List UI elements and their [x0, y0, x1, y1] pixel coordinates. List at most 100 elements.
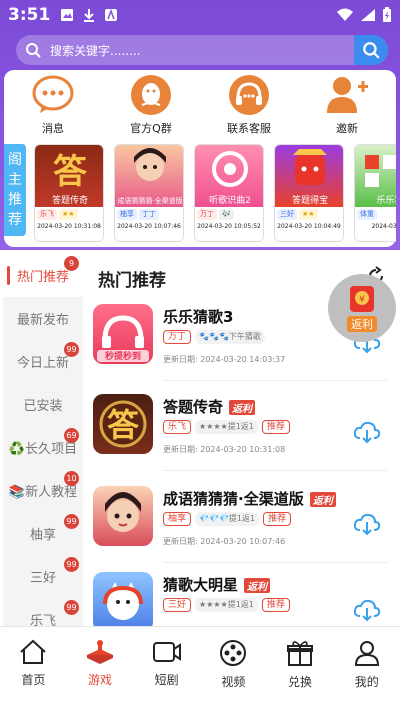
category-item-installed[interactable]: 已安装 — [3, 383, 83, 426]
quick-item-customer-service[interactable]: 联系客服 — [209, 74, 289, 136]
message-icon — [32, 75, 74, 113]
search-icon — [363, 42, 380, 59]
category-badge: 99 — [64, 600, 79, 615]
status-bar: 3:51 — [0, 0, 400, 30]
game-date: 更新日期: 2024-03-20 10:31:08 — [163, 445, 286, 454]
cloud-download-icon[interactable] — [353, 598, 381, 622]
top-card: 消息 官方Q群 联系客服 邀新 阁 主 推 荐 答 答题传奇 乐飞 ★★ 202… — [4, 70, 396, 247]
recommend-tag: 🎶 — [219, 209, 234, 220]
quick-actions: 消息 官方Q群 联系客服 邀新 — [4, 74, 396, 136]
category-item-long-term[interactable]: ♻️长久项目 69 — [3, 426, 83, 469]
divider — [163, 470, 388, 471]
category-item-youxiang[interactable]: 柚享 99 — [3, 512, 83, 555]
category-label: 三好 — [29, 571, 56, 586]
recommend-card[interactable]: 成语猜猜猜·全渠道版 柚享 丁丁 2024-03-20 10:07:46 — [114, 144, 184, 242]
category-item-today[interactable]: 今日上新 99 — [3, 340, 83, 383]
nav-home[interactable]: 首页 — [0, 627, 67, 711]
category-badge: 99 — [64, 514, 79, 529]
category-label: 最新发布 — [16, 313, 69, 328]
category-badge: 9 — [64, 256, 79, 271]
cloud-download-icon[interactable] — [353, 512, 381, 536]
recommend-side-tag: 阁 主 推 荐 — [4, 144, 26, 236]
nav-mine[interactable]: 我的 — [333, 627, 400, 711]
nav-label: 游戏 — [88, 673, 113, 687]
film-reel-icon — [220, 640, 247, 666]
video-camera-icon — [152, 642, 181, 662]
recommend-tag: ★★ — [59, 209, 78, 220]
category-item-latest[interactable]: 最新发布 — [3, 297, 83, 340]
rebate-badge: 返利 — [244, 578, 271, 593]
nav-short-drama[interactable]: 短剧 — [133, 627, 200, 711]
quick-item-invite[interactable]: 邀新 — [307, 74, 387, 136]
font-icon — [105, 8, 118, 21]
side-tag-char: 推 — [8, 192, 22, 208]
recommend-card[interactable]: 乐乐猜 体重 2024-03-20 — [354, 144, 396, 242]
category-label: 柚享 — [29, 528, 56, 543]
game-tag: 柚享 — [163, 512, 192, 526]
cloud-download-icon[interactable] — [353, 420, 381, 444]
game-recommend-tag: 推荐 — [261, 598, 290, 612]
category-label: 已安装 — [23, 399, 63, 414]
category-label: 乐飞 — [29, 614, 56, 626]
game-date: 更新日期: 2024-03-20 10:07:46 — [163, 537, 286, 546]
recommend-card[interactable]: 答 答题传奇 乐飞 ★★ 2024-03-20 10:31:08 — [34, 144, 104, 242]
nav-label: 短剧 — [154, 673, 179, 687]
game-icon-text: 秒提秒到 — [105, 350, 141, 362]
recommend-tag: 体重 — [357, 209, 377, 220]
floating-rebate-button[interactable]: ¥ 返利 — [328, 274, 396, 342]
recommend-tag: ★★ — [299, 209, 318, 220]
category-item-hot[interactable]: 热门推荐 9 — [3, 254, 83, 297]
status-time: 3:51 — [8, 5, 51, 25]
rebate-badge: 返利 — [229, 400, 256, 415]
side-tag-char: 主 — [8, 172, 22, 188]
game-thumbnail — [212, 151, 248, 187]
recommend-date: 2024-03-20 10:07:46 — [117, 223, 181, 230]
game-icon-text: 答 — [107, 406, 140, 444]
category-item-tutorial[interactable]: 📚新人教程 10 — [3, 469, 83, 512]
headset-icon — [229, 75, 269, 115]
game-name: 答题传奇 — [163, 398, 224, 416]
category-item-lefei[interactable]: 乐飞 99 — [3, 598, 83, 626]
game-tag: 乐飞 — [163, 420, 192, 434]
svg-text:答: 答 — [53, 152, 88, 192]
recommend-card[interactable]: 答题得宝 三好 ★★ 2024-03-20 10:04:49 — [274, 144, 344, 242]
category-label: 今日上新 — [16, 356, 69, 371]
game-name: 乐乐猜歌3 — [163, 308, 234, 326]
category-item-sanhao[interactable]: 三好 99 — [3, 555, 83, 598]
recommend-name: 听歌识曲2 — [209, 196, 251, 206]
red-envelope-icon: ¥ — [350, 286, 374, 312]
game-icon: 秒提秒到 — [93, 304, 153, 364]
category-label: 热门推荐 — [16, 270, 69, 285]
bottom-nav: 首页 游戏 短剧 视频 兑换 我的 — [0, 626, 400, 711]
rebate-badge: 返利 — [309, 492, 336, 507]
game-thumbnail: 答 — [53, 152, 88, 192]
game-row[interactable]: 成语猜猜猜·全渠道版 返利 柚享 💎💎💎提1返1 推荐 更新日期: 2024-03… — [83, 486, 396, 586]
search-bar[interactable]: 搜索关键字........ — [16, 35, 388, 65]
game-thumbnail — [293, 149, 327, 185]
qq-icon — [131, 75, 171, 115]
game-row[interactable]: 答 答题传奇 返利 乐飞 ★★★★提1返1 推荐 更新日期: 2024-03-20… — [83, 394, 396, 494]
recommend-row: 答 答题传奇 乐飞 ★★ 2024-03-20 10:31:08 成语猜猜猜·全… — [34, 144, 396, 242]
quick-item-message[interactable]: 消息 — [13, 74, 93, 136]
category-badge: 99 — [64, 342, 79, 357]
recommend-card[interactable]: 听歌识曲2 万丁 🎶 2024-03-20 10:05:52 — [194, 144, 264, 242]
download-icon — [84, 9, 95, 22]
search-input[interactable]: 搜索关键字........ — [50, 42, 141, 59]
recommend-name: 成语猜猜猜·全渠道版 — [117, 197, 183, 205]
game-thumbnail — [134, 148, 166, 181]
recommend-tag: 丁丁 — [139, 209, 159, 220]
recommend-date: 2024-03-20 10:04:49 — [277, 223, 341, 230]
quick-item-qq-group[interactable]: 官方Q群 — [111, 74, 191, 136]
nav-video[interactable]: 视频 — [200, 627, 267, 711]
floating-rebate-label: 返利 — [347, 316, 377, 332]
signal-icon — [361, 9, 375, 21]
game-name: 猜歌大明星 — [163, 576, 239, 594]
game-recommend-tag: 推荐 — [261, 420, 290, 434]
search-button[interactable] — [354, 35, 388, 65]
nav-games[interactable]: 游戏 — [67, 627, 134, 711]
game-row[interactable]: 猜歌大明星 返利 三好 ★★★★提1返1 推荐 — [83, 572, 396, 626]
recommend-name: 答题传奇 — [51, 196, 88, 206]
game-thumbnail — [365, 155, 396, 187]
recommend-tag: 乐飞 — [37, 209, 57, 220]
nav-exchange[interactable]: 兑换 — [267, 627, 334, 711]
